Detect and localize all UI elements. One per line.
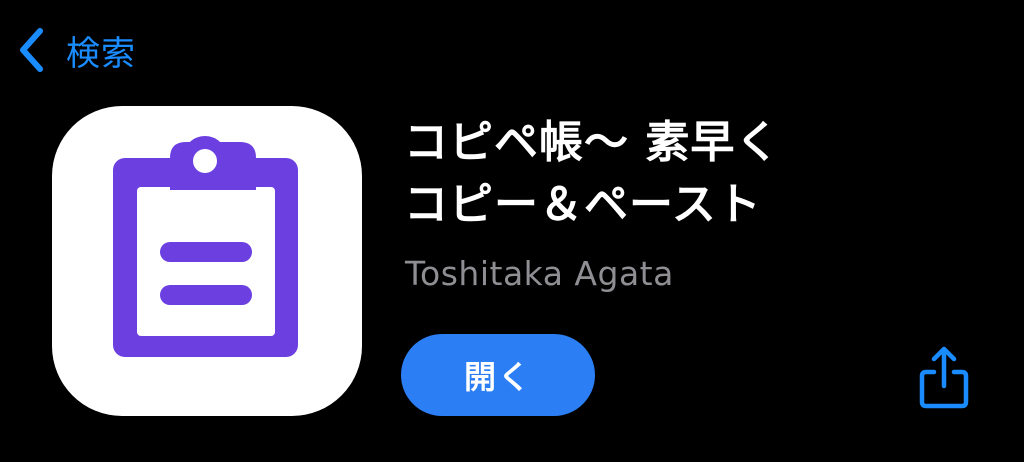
share-icon (916, 344, 972, 412)
back-label: 検索 (66, 33, 136, 74)
chevron-left-icon (18, 27, 44, 73)
open-button[interactable]: 開く (401, 334, 595, 416)
app-title-line-1: コピペ帳〜 素早く (404, 117, 781, 168)
share-button[interactable] (916, 344, 972, 412)
app-title-line-2: コピー＆ペースト (404, 179, 762, 230)
clipboard-icon (52, 106, 362, 416)
app-title: コピペ帳〜 素早く コピー＆ペースト (404, 112, 964, 236)
app-icon (52, 106, 362, 416)
developer-name[interactable]: Toshitaka Agata (405, 254, 674, 293)
app-store-header: 検索 コピペ帳〜 素早く コピー＆ペースト Toshitaka Agata 開く (0, 0, 1024, 462)
back-button[interactable]: 検索 (18, 22, 136, 78)
